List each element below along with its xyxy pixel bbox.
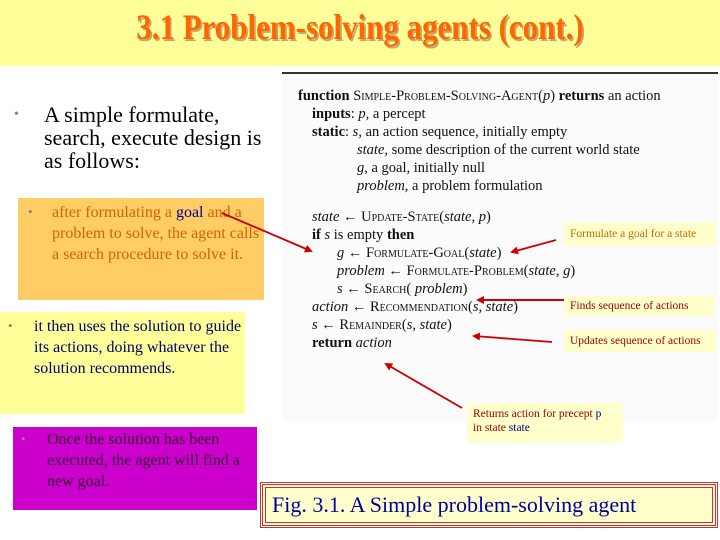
- formulate-bullet-box: • after formulating a goal and a problem…: [18, 198, 264, 300]
- function-name: Update-State: [361, 209, 440, 225]
- algo-remainder: s ← Remainder(s, state): [312, 317, 452, 333]
- algo-update-state: state ← Update-State(state, p): [312, 209, 491, 225]
- algo-inputs: inputs: p, a percept: [312, 106, 426, 122]
- text-part: is empty: [333, 227, 384, 243]
- assign-arrow: ←: [388, 263, 403, 279]
- var: g: [337, 245, 345, 261]
- algo-formulate-goal: g ← Formulate-Goal(state): [337, 245, 502, 261]
- algo-if: if s is empty then: [312, 227, 414, 244]
- algo-return: return action: [312, 335, 392, 352]
- main-bullet-text: A simple formulate, search, execute desi…: [44, 102, 262, 173]
- function-name: Formulate-Problem: [406, 263, 524, 279]
- function-name: Formulate-Goal: [366, 245, 465, 261]
- text-part: after formulating a: [52, 204, 176, 221]
- text-part: , a percept: [365, 106, 426, 122]
- figure-caption-text: Fig. 3.1. A Simple problem-solving agent: [272, 492, 637, 517]
- keyword: then: [386, 227, 415, 243]
- assign-arrow: ←: [346, 281, 361, 297]
- bullet-dot-icon: •: [21, 431, 26, 446]
- var: problem: [357, 178, 405, 194]
- keyword: inputs: [312, 106, 351, 122]
- text-part: , an action sequence, initially empty: [358, 124, 568, 140]
- figure-caption: Fig. 3.1. A Simple problem-solving agent: [260, 482, 718, 528]
- annotation-returns-action: Returns action for precept p in state st…: [467, 403, 623, 443]
- text-part: p: [595, 408, 602, 420]
- var: s: [324, 227, 331, 243]
- assign-arrow: ←: [347, 245, 363, 261]
- annotation-updates-sequence: Updates sequence of actions: [564, 330, 716, 352]
- var: problem: [337, 263, 385, 279]
- args: state, g: [528, 263, 571, 279]
- annotation-finds-sequence: Finds sequence of actions: [564, 296, 714, 316]
- algo-search: s ← Search( problem): [337, 281, 468, 297]
- slide-title: 3.1 Problem-solving agents (cont.): [136, 7, 584, 47]
- var: s: [337, 281, 343, 297]
- args: state, p: [444, 209, 486, 225]
- text-part: , a goal, initially null: [364, 160, 486, 176]
- text-part: an action: [607, 88, 661, 104]
- keyword: function: [298, 88, 350, 104]
- args: s, state: [406, 317, 447, 333]
- bullet-dot-icon: •: [8, 318, 13, 333]
- text-part: in state: [473, 422, 509, 434]
- algo-formulate-problem: problem ← Formulate-Problem(state, g): [337, 263, 576, 279]
- var: state: [312, 209, 340, 225]
- goal-highlight: goal: [175, 204, 204, 221]
- var: state: [357, 142, 385, 158]
- bullet-dot-icon: •: [28, 204, 33, 219]
- formulate-bullet-text: after formulating a goal and a problem t…: [52, 202, 264, 265]
- algo-static-2: g, a goal, initially null: [357, 160, 485, 177]
- assign-arrow: ←: [321, 317, 336, 333]
- assign-arrow: ←: [351, 299, 367, 315]
- algorithm-figure: function Simple-Problem-Solving-Agent(p)…: [282, 72, 718, 422]
- args: state: [469, 245, 497, 261]
- keyword: static: [312, 124, 346, 140]
- bullet-dot-icon: •: [14, 107, 19, 122]
- new-goal-bullet-box: • Once the solution has been executed, t…: [13, 427, 257, 510]
- algo-static-3: problem, a problem formulation: [357, 178, 543, 195]
- annotation-formulate-goal: Formulate a goal for a state: [564, 222, 716, 246]
- text-part: , some description of the current world …: [384, 142, 640, 158]
- assign-arrow: ←: [343, 209, 358, 225]
- execute-bullet-text: it then uses the solution to guide its a…: [34, 318, 242, 377]
- text-part: Returns action for precept: [473, 408, 596, 420]
- algo-static-0: static: s, an action sequence, initially…: [312, 124, 568, 140]
- new-goal-bullet-text: Once the solution has been executed, the…: [47, 431, 240, 490]
- keyword: if: [312, 227, 321, 243]
- title-bar: 3.1 Problem-solving agents (cont.): [0, 0, 720, 66]
- var: action: [355, 335, 392, 351]
- var: action: [312, 299, 349, 315]
- var: p: [358, 106, 366, 122]
- function-name: Simple-Problem-Solving-Agent: [353, 88, 539, 104]
- function-name: Recommendation: [370, 299, 469, 315]
- var: s: [312, 317, 318, 333]
- keyword: returns: [558, 88, 605, 104]
- algo-recommendation: action ← Recommendation(s, state): [312, 299, 518, 315]
- args: s, state: [472, 299, 514, 315]
- text-part: , a problem formulation: [404, 178, 543, 194]
- algo-static-1: state, some description of the current w…: [357, 142, 640, 159]
- text-part: state: [508, 422, 530, 434]
- algo-header: function Simple-Problem-Solving-Agent(p)…: [298, 88, 661, 104]
- function-name: Search: [364, 281, 407, 297]
- param: p: [542, 88, 551, 104]
- execute-bullet-box: • it then uses the solution to guide its…: [0, 312, 245, 414]
- args: problem: [414, 281, 463, 297]
- keyword: return: [312, 335, 353, 351]
- function-name: Remainder: [339, 317, 402, 333]
